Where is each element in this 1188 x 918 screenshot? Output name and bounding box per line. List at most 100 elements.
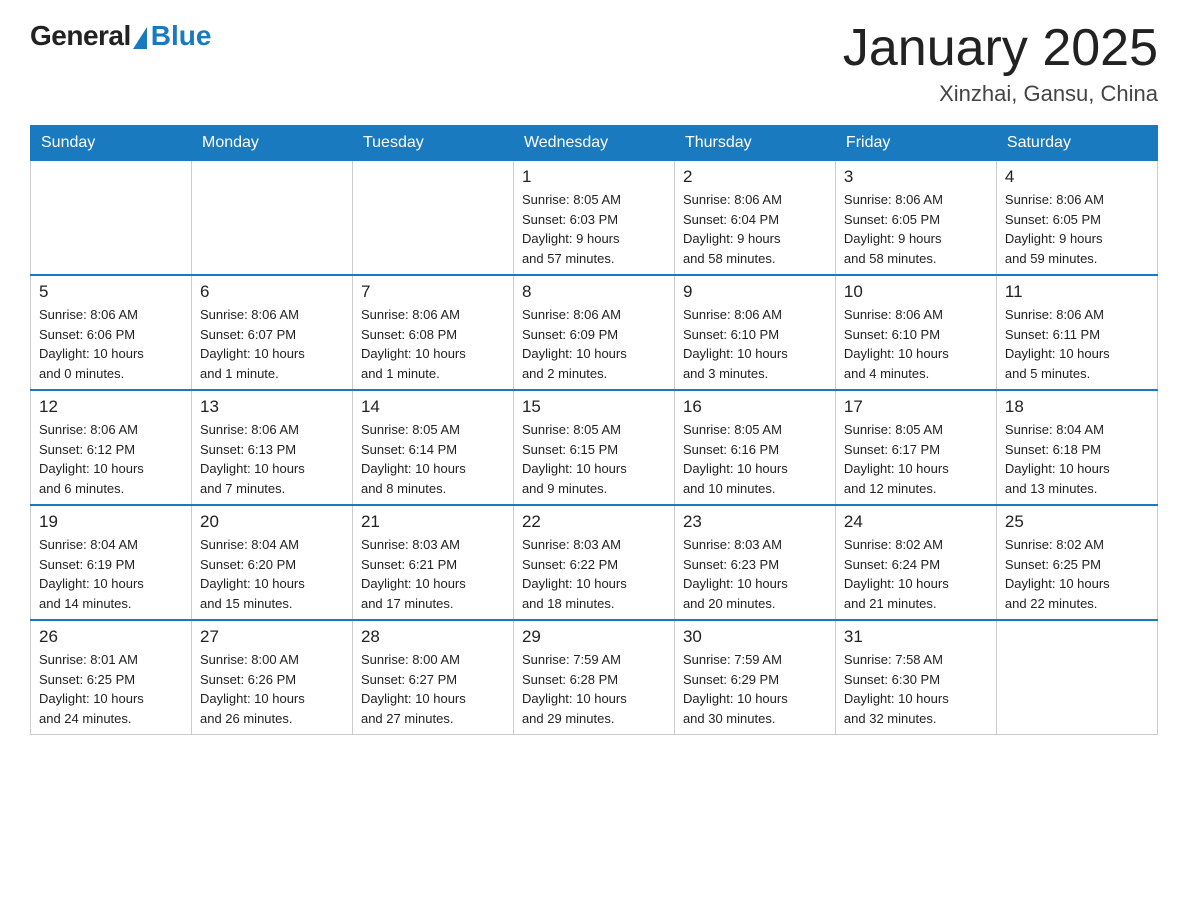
table-row: 17Sunrise: 8:05 AMSunset: 6:17 PMDayligh… xyxy=(835,390,996,505)
header-friday: Friday xyxy=(835,126,996,161)
day-info: Sunrise: 8:06 AMSunset: 6:06 PMDaylight:… xyxy=(39,305,183,383)
table-row: 4 Sunrise: 8:06 AMSunset: 6:05 PMDaylight… xyxy=(996,161,1157,276)
logo-triangle-icon xyxy=(133,27,147,49)
day-number: 13 xyxy=(200,397,344,417)
day-number: 20 xyxy=(200,512,344,532)
day-number: 6 xyxy=(200,282,344,302)
calendar-week-row: 19 Sunrise: 8:04 AMSunset: 6:19 PMDayligh… xyxy=(31,505,1158,620)
table-row: 13 Sunrise: 8:06 AMSunset: 6:13 PMDayligh… xyxy=(191,390,352,505)
day-number: 12 xyxy=(39,397,183,417)
day-number: 10 xyxy=(844,282,988,302)
day-number: 16 xyxy=(683,397,827,417)
header-tuesday: Tuesday xyxy=(352,126,513,161)
day-info: Sunrise: 8:03 AMSunset: 6:22 PMDaylight:… xyxy=(522,535,666,613)
day-number: 15 xyxy=(522,397,666,417)
day-number: 2 xyxy=(683,167,827,187)
day-info: Sunrise: 8:05 AMSunset: 6:14 PMDaylight:… xyxy=(361,420,505,498)
table-row: 16 Sunrise: 8:05 AMSunset: 6:16 PMDayligh… xyxy=(674,390,835,505)
day-info: Sunrise: 8:06 AMSunset: 6:05 PMDaylight:… xyxy=(844,190,988,268)
table-row: 12 Sunrise: 8:06 AMSunset: 6:12 PMDayligh… xyxy=(31,390,192,505)
table-row: 18 Sunrise: 8:04 AMSunset: 6:18 PMDayligh… xyxy=(996,390,1157,505)
table-row: 8 Sunrise: 8:06 AMSunset: 6:09 PMDaylight… xyxy=(513,275,674,390)
day-info: Sunrise: 8:06 AMSunset: 6:07 PMDaylight:… xyxy=(200,305,344,383)
table-row xyxy=(352,161,513,276)
calendar-header-row: Sunday Monday Tuesday Wednesday Thursday… xyxy=(31,126,1158,161)
day-number: 3 xyxy=(844,167,988,187)
header-sunday: Sunday xyxy=(31,126,192,161)
day-info: Sunrise: 8:04 AMSunset: 6:18 PMDaylight:… xyxy=(1005,420,1149,498)
day-info: Sunrise: 8:02 AMSunset: 6:24 PMDaylight:… xyxy=(844,535,988,613)
day-number: 5 xyxy=(39,282,183,302)
table-row: 1Sunrise: 8:05 AMSunset: 6:03 PMDaylight… xyxy=(513,161,674,276)
day-info: Sunrise: 8:06 AMSunset: 6:08 PMDaylight:… xyxy=(361,305,505,383)
day-number: 24 xyxy=(844,512,988,532)
day-number: 22 xyxy=(522,512,666,532)
day-number: 18 xyxy=(1005,397,1149,417)
calendar-week-row: 1Sunrise: 8:05 AMSunset: 6:03 PMDaylight… xyxy=(31,161,1158,276)
table-row: 28Sunrise: 8:00 AMSunset: 6:27 PMDayligh… xyxy=(352,620,513,735)
day-info: Sunrise: 8:06 AMSunset: 6:09 PMDaylight:… xyxy=(522,305,666,383)
table-row xyxy=(31,161,192,276)
table-row: 11Sunrise: 8:06 AMSunset: 6:11 PMDayligh… xyxy=(996,275,1157,390)
day-number: 31 xyxy=(844,627,988,647)
table-row: 21 Sunrise: 8:03 AMSunset: 6:21 PMDayligh… xyxy=(352,505,513,620)
table-row: 15Sunrise: 8:05 AMSunset: 6:15 PMDayligh… xyxy=(513,390,674,505)
day-number: 9 xyxy=(683,282,827,302)
table-row: 6 Sunrise: 8:06 AMSunset: 6:07 PMDaylight… xyxy=(191,275,352,390)
header-wednesday: Wednesday xyxy=(513,126,674,161)
table-row: 27Sunrise: 8:00 AMSunset: 6:26 PMDayligh… xyxy=(191,620,352,735)
logo-general-text: General xyxy=(30,20,131,52)
day-info: Sunrise: 8:06 AMSunset: 6:13 PMDaylight:… xyxy=(200,420,344,498)
table-row: 14 Sunrise: 8:05 AMSunset: 6:14 PMDayligh… xyxy=(352,390,513,505)
day-info: Sunrise: 8:06 AMSunset: 6:05 PMDaylight:… xyxy=(1005,190,1149,268)
day-number: 17 xyxy=(844,397,988,417)
table-row: 26 Sunrise: 8:01 AMSunset: 6:25 PMDayligh… xyxy=(31,620,192,735)
table-row xyxy=(191,161,352,276)
day-info: Sunrise: 8:06 AMSunset: 6:04 PMDaylight:… xyxy=(683,190,827,268)
header-saturday: Saturday xyxy=(996,126,1157,161)
table-row: 30Sunrise: 7:59 AMSunset: 6:29 PMDayligh… xyxy=(674,620,835,735)
day-number: 14 xyxy=(361,397,505,417)
day-number: 7 xyxy=(361,282,505,302)
day-info: Sunrise: 8:01 AMSunset: 6:25 PMDaylight:… xyxy=(39,650,183,728)
day-number: 19 xyxy=(39,512,183,532)
table-row: 24 Sunrise: 8:02 AMSunset: 6:24 PMDayligh… xyxy=(835,505,996,620)
header-monday: Monday xyxy=(191,126,352,161)
table-row: 22 Sunrise: 8:03 AMSunset: 6:22 PMDayligh… xyxy=(513,505,674,620)
table-row xyxy=(996,620,1157,735)
day-info: Sunrise: 8:03 AMSunset: 6:21 PMDaylight:… xyxy=(361,535,505,613)
day-number: 21 xyxy=(361,512,505,532)
day-info: Sunrise: 8:06 AMSunset: 6:12 PMDaylight:… xyxy=(39,420,183,498)
day-info: Sunrise: 7:59 AMSunset: 6:28 PMDaylight:… xyxy=(522,650,666,728)
table-row: 20 Sunrise: 8:04 AMSunset: 6:20 PMDayligh… xyxy=(191,505,352,620)
calendar-week-row: 12 Sunrise: 8:06 AMSunset: 6:12 PMDayligh… xyxy=(31,390,1158,505)
table-row: 3 Sunrise: 8:06 AMSunset: 6:05 PMDaylight… xyxy=(835,161,996,276)
day-number: 4 xyxy=(1005,167,1149,187)
day-info: Sunrise: 7:58 AMSunset: 6:30 PMDaylight:… xyxy=(844,650,988,728)
day-number: 8 xyxy=(522,282,666,302)
day-number: 11 xyxy=(1005,282,1149,302)
table-row: 2 Sunrise: 8:06 AMSunset: 6:04 PMDaylight… xyxy=(674,161,835,276)
table-row: 25 Sunrise: 8:02 AMSunset: 6:25 PMDayligh… xyxy=(996,505,1157,620)
table-row: 31 Sunrise: 7:58 AMSunset: 6:30 PMDayligh… xyxy=(835,620,996,735)
day-number: 25 xyxy=(1005,512,1149,532)
header-thursday: Thursday xyxy=(674,126,835,161)
day-info: Sunrise: 8:06 AMSunset: 6:10 PMDaylight:… xyxy=(844,305,988,383)
day-info: Sunrise: 7:59 AMSunset: 6:29 PMDaylight:… xyxy=(683,650,827,728)
page-header: General Blue January 2025 Xinzhai, Gansu… xyxy=(30,20,1158,107)
day-info: Sunrise: 8:05 AMSunset: 6:16 PMDaylight:… xyxy=(683,420,827,498)
day-info: Sunrise: 8:04 AMSunset: 6:20 PMDaylight:… xyxy=(200,535,344,613)
day-info: Sunrise: 8:06 AMSunset: 6:10 PMDaylight:… xyxy=(683,305,827,383)
table-row: 23Sunrise: 8:03 AMSunset: 6:23 PMDayligh… xyxy=(674,505,835,620)
day-info: Sunrise: 8:02 AMSunset: 6:25 PMDaylight:… xyxy=(1005,535,1149,613)
table-row: 29Sunrise: 7:59 AMSunset: 6:28 PMDayligh… xyxy=(513,620,674,735)
table-row: 5 Sunrise: 8:06 AMSunset: 6:06 PMDaylight… xyxy=(31,275,192,390)
day-number: 27 xyxy=(200,627,344,647)
day-number: 1 xyxy=(522,167,666,187)
table-row: 10 Sunrise: 8:06 AMSunset: 6:10 PMDayligh… xyxy=(835,275,996,390)
day-number: 23 xyxy=(683,512,827,532)
day-info: Sunrise: 8:04 AMSunset: 6:19 PMDaylight:… xyxy=(39,535,183,613)
table-row: 9 Sunrise: 8:06 AMSunset: 6:10 PMDaylight… xyxy=(674,275,835,390)
table-row: 19 Sunrise: 8:04 AMSunset: 6:19 PMDayligh… xyxy=(31,505,192,620)
day-number: 26 xyxy=(39,627,183,647)
